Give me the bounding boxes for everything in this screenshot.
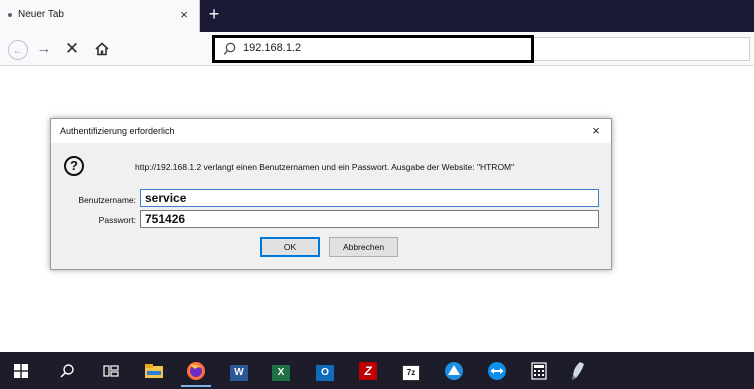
home-glyph <box>95 42 109 56</box>
outlook-glyph: O <box>316 365 334 381</box>
7zip-icon[interactable]: 7z <box>400 360 422 382</box>
tab-close-icon[interactable]: × <box>176 6 192 24</box>
question-icon: ? <box>64 156 84 176</box>
tab-favicon-dot-icon <box>8 13 12 17</box>
username-field[interactable]: service <box>140 189 599 207</box>
password-label: Passwort: <box>98 215 136 225</box>
dialog-title: Authentifizierung erforderlich <box>60 126 175 136</box>
word-glyph: W <box>230 365 248 381</box>
triangle-app-glyph <box>445 362 463 380</box>
windows-logo <box>14 364 28 378</box>
stop-icon[interactable]: ✕ <box>62 39 82 59</box>
back-icon[interactable]: ← <box>8 40 28 60</box>
tab-neuer-tab[interactable]: Neuer Tab × <box>0 0 200 32</box>
navigation-bar: ← → ✕ 192.168.1.2 <box>0 32 754 66</box>
search-icon[interactable] <box>56 360 78 382</box>
url-text: 192.168.1.2 <box>243 42 302 54</box>
firefox-glyph <box>187 362 205 380</box>
url-bar-extension[interactable] <box>534 37 750 61</box>
teamviewer-glyph <box>488 362 506 380</box>
dialog-titlebar: Authentifizierung erforderlich × <box>51 119 611 143</box>
outlook-icon[interactable]: O <box>314 360 336 382</box>
filezilla-glyph: Z <box>359 362 377 380</box>
password-field[interactable]: 751426 <box>140 210 599 228</box>
pen-app-glyph <box>572 362 584 380</box>
firefox-active-indicator <box>181 385 211 387</box>
cancel-button[interactable]: Abbrechen <box>329 237 398 257</box>
7zip-glyph: 7z <box>402 365 420 381</box>
forward-icon[interactable]: → <box>34 39 54 59</box>
task-view-glyph <box>103 365 119 377</box>
dialog-message: http://192.168.1.2 verlangt einen Benutz… <box>135 162 515 172</box>
pen-app-icon[interactable] <box>568 360 590 382</box>
word-icon[interactable]: W <box>228 360 250 382</box>
screen: Neuer Tab × + ← → ✕ 192.168.1.2 Authenti… <box>0 0 754 389</box>
calculator-glyph <box>531 362 547 380</box>
taskbar: W X O Z 7z <box>0 352 754 389</box>
excel-glyph: X <box>272 365 290 381</box>
url-bar[interactable]: 192.168.1.2 <box>212 35 534 63</box>
username-label: Benutzername: <box>78 195 136 205</box>
tab-title: Neuer Tab <box>18 9 64 20</box>
teamviewer-icon[interactable] <box>486 360 508 382</box>
ok-button[interactable]: OK <box>260 237 320 257</box>
windows-start-icon[interactable] <box>10 360 32 382</box>
home-icon[interactable] <box>92 39 112 59</box>
firefox-icon[interactable] <box>185 360 207 382</box>
task-view-icon[interactable] <box>100 360 122 382</box>
search-icon <box>223 42 236 55</box>
search-glyph <box>60 364 74 378</box>
dialog-close-icon[interactable]: × <box>587 122 605 140</box>
auth-dialog: Authentifizierung erforderlich × ? http:… <box>50 118 612 270</box>
calculator-icon[interactable] <box>528 360 550 382</box>
tab-strip: Neuer Tab × + <box>0 0 754 32</box>
triangle-app-icon[interactable] <box>443 360 465 382</box>
filezilla-icon[interactable]: Z <box>357 360 379 382</box>
new-tab-icon[interactable]: + <box>204 4 224 26</box>
folder-glyph <box>145 364 163 378</box>
excel-icon[interactable]: X <box>270 360 292 382</box>
file-explorer-icon[interactable] <box>143 360 165 382</box>
